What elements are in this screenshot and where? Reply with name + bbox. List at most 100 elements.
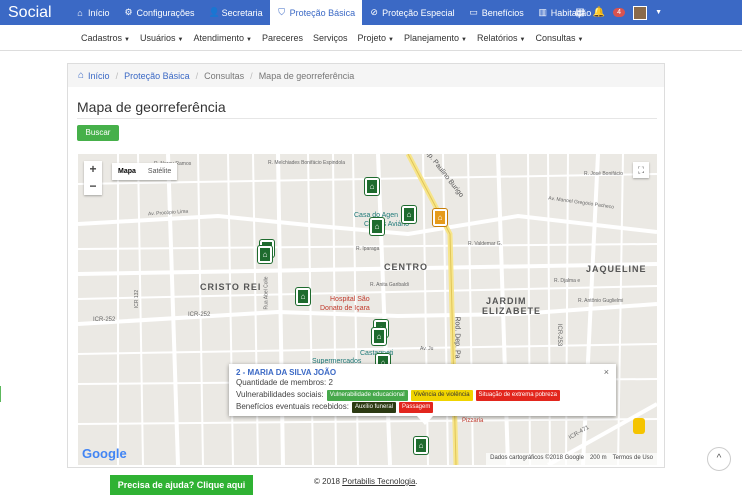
street-label: R. Valdemar G.: [468, 241, 503, 247]
benefits-label: Benefícios eventuais recebidos:: [236, 402, 349, 411]
subnav-servicos[interactable]: Serviços: [308, 33, 353, 43]
poi-hospital: Hospital São: [330, 296, 370, 303]
scroll-top-button[interactable]: ^: [707, 447, 731, 471]
subnav-consultas[interactable]: Consultas ▼: [530, 33, 588, 43]
nav-configuracoes[interactable]: ⚙ Configurações: [117, 0, 202, 25]
street-label: R. José Bonifácio: [584, 171, 623, 177]
bell-icon[interactable]: 🔔: [593, 7, 605, 18]
person-icon: 👤: [208, 7, 220, 17]
street-label: ICR-252: [93, 317, 116, 323]
footer-copyright: © 2018 Portabilis Tecnologia.: [314, 477, 418, 486]
street-label: R. Antônio Guglielmi: [578, 298, 624, 304]
family-marker-icon[interactable]: ⌂: [296, 288, 310, 305]
family-marker-icon[interactable]: ⌂: [365, 178, 379, 195]
caret-down-icon: ▼: [577, 36, 584, 43]
nav-secretaria[interactable]: 👤 Secretaria: [202, 0, 270, 25]
search-button[interactable]: Buscar: [77, 125, 119, 141]
street-label: Av. Ju: [420, 346, 434, 352]
area-label-jardim: JARDIM: [486, 296, 527, 306]
breadcrumb-home[interactable]: Início: [88, 71, 110, 81]
street-label: R. Anita Garibaldi: [370, 282, 409, 288]
subnav-label: Atendimento: [193, 32, 244, 43]
family-marker-icon[interactable]: ⌂: [258, 246, 272, 263]
caret-down-icon: ▼: [177, 36, 184, 43]
area-label-jaqueline: JAQUELINE: [586, 264, 647, 274]
vulnerability-tag: Vivência de violência: [410, 389, 473, 401]
caret-down-icon: ▼: [388, 36, 394, 43]
street-label: ICR-252: [188, 312, 211, 318]
poi-hospital-line2: Donato de Içara: [320, 305, 370, 312]
caret-down-icon: ▼: [246, 36, 252, 43]
brand-logo[interactable]: Social: [0, 4, 68, 22]
family-marker-icon[interactable]: ⌂: [370, 218, 384, 235]
gift-icon: ▭: [469, 7, 478, 17]
nav-label: Proteção Básica: [289, 7, 356, 18]
area-label-elizabete: ELIZABETE: [482, 306, 542, 316]
nav-protecao-especial[interactable]: ⊘ Proteção Especial: [362, 0, 462, 25]
subnav-relatorios[interactable]: Relatórios ▼: [472, 33, 530, 43]
divider: [77, 118, 657, 119]
subnav-pareceres[interactable]: Pareceres: [257, 33, 308, 43]
nav-label: Configurações: [136, 7, 195, 18]
company-link[interactable]: Portabilis Tecnologia: [342, 477, 415, 486]
home-icon: ⌂: [78, 70, 85, 81]
map-type-satellite[interactable]: Satélite: [142, 163, 177, 180]
nav-label: Início: [88, 7, 110, 18]
area-label-cristo-rei: CRISTO REI: [200, 282, 262, 292]
copyright-text: © 2018: [314, 477, 340, 486]
office-marker-icon[interactable]: ⌂: [433, 209, 447, 226]
vulnerabilities-row: Vulnerabilidades sociais: Vulnerabilidad…: [236, 389, 609, 401]
google-logo: Google: [82, 446, 127, 461]
nav-label: Proteção Especial: [382, 7, 455, 18]
pegman-icon[interactable]: [633, 418, 645, 434]
benefit-tag: Passagem: [399, 401, 434, 413]
nav-protecao-basica[interactable]: ⛉ Proteção Básica: [269, 0, 363, 25]
zoom-in-button[interactable]: +: [84, 161, 102, 178]
family-marker-icon[interactable]: ⌂: [414, 437, 428, 454]
notification-badge[interactable]: 4: [613, 8, 626, 17]
breadcrumb-section[interactable]: Proteção Básica: [124, 71, 190, 81]
edge-indicator: [0, 386, 1, 402]
subnav-usuarios[interactable]: Usuários ▼: [135, 33, 188, 43]
page-title: Mapa de georreferência: [77, 99, 226, 115]
content-card: ⌂ Início / Proteção Básica / Consultas /…: [67, 63, 665, 468]
breadcrumb-separator: /: [250, 70, 253, 81]
vulnerabilities-label: Vulnerabilidades sociais:: [236, 390, 324, 399]
top-navbar: Social ⌂ Início ⚙ Configurações 👤 Secretari…: [0, 0, 742, 25]
family-marker-icon[interactable]: ⌂: [372, 328, 386, 345]
fullscreen-icon[interactable]: ⛶: [633, 162, 649, 178]
close-icon[interactable]: ×: [604, 367, 609, 377]
street-label: ICR 132: [134, 289, 141, 309]
home-icon: ⌂: [77, 7, 83, 18]
help-button[interactable]: Precisa de ajuda? Clique aqui: [110, 475, 253, 495]
caret-down-icon: ▼: [519, 36, 526, 43]
map-type-map[interactable]: Mapa: [112, 163, 142, 180]
calendar-icon[interactable]: ▦: [575, 7, 584, 18]
subnav-planejamento[interactable]: Planejamento ▼: [399, 33, 472, 43]
map-canvas[interactable]: R. Melchiades Bonifácio Espindola R. Ner…: [78, 154, 657, 465]
terms-link[interactable]: Termos de Uso: [613, 455, 653, 463]
info-window: 2 - MARIA DA SILVA JOÃO Quantidade de me…: [229, 364, 616, 425]
subnav-cadastros[interactable]: Cadastros ▼: [76, 33, 135, 43]
members-text: Quantidade de membros: 2: [236, 378, 333, 387]
subnav-atendimento[interactable]: Atendimento ▼: [188, 33, 257, 43]
nav-inicio[interactable]: ⌂ Início: [68, 0, 117, 25]
poi-pizzaria: Pizzaria: [462, 418, 484, 424]
benefit-tag: Auxílio funeral: [351, 401, 396, 413]
zoom-out-button[interactable]: −: [84, 178, 102, 195]
chevron-down-icon[interactable]: ▼: [655, 9, 662, 16]
breadcrumb-sub: Consultas: [204, 70, 245, 81]
caret-down-icon: ▼: [124, 36, 130, 43]
shield-icon: ⛉: [278, 7, 285, 17]
google-logo-text: Google: [82, 446, 127, 461]
nav-beneficios[interactable]: ▭ Benefícios: [462, 0, 531, 25]
subnav-label: Consultas: [535, 32, 576, 43]
breadcrumb-separator: /: [195, 70, 199, 81]
map-type-control: Mapa Satélite: [112, 163, 178, 180]
avatar[interactable]: [633, 5, 648, 20]
family-marker-icon[interactable]: ⌂: [402, 206, 416, 223]
nav-label: Benefícios: [481, 7, 524, 18]
info-window-pointer: [417, 416, 433, 425]
area-label-centro: CENTRO: [384, 262, 428, 272]
subnav-projeto[interactable]: Projeto ▼: [353, 33, 399, 43]
